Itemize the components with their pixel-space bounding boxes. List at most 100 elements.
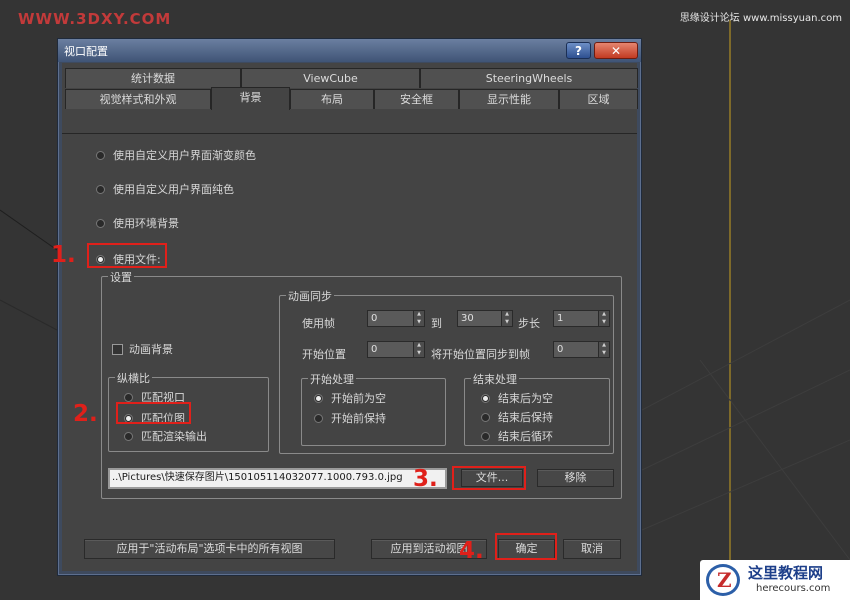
radio-dot-selected [481, 393, 490, 403]
sync-start-value[interactable]: 0 [553, 341, 599, 358]
dialog-title: 视口配置 [64, 45, 108, 58]
to-frame-spinner[interactable]: 30 ▲ ▼ [457, 310, 513, 327]
tab-visual-style[interactable]: 视觉样式和外观 [65, 89, 211, 109]
radio-match-bitmap[interactable]: 匹配位图 [124, 410, 185, 426]
spinner-arrows[interactable]: ▲ ▼ [414, 310, 425, 327]
radio-dot [124, 392, 133, 402]
animate-background-checkbox[interactable]: 动画背景 [112, 341, 173, 357]
spinner-arrows[interactable]: ▲ ▼ [599, 310, 610, 327]
tab-display-performance[interactable]: 显示性能 [459, 89, 559, 109]
spinner-down-icon[interactable]: ▼ [599, 350, 609, 358]
radio-dot [96, 184, 105, 194]
use-frame-value[interactable]: 0 [367, 310, 414, 327]
spinner-up-icon[interactable]: ▲ [414, 342, 424, 350]
tab-background[interactable]: 背景 [211, 87, 290, 110]
start-position-label: 开始位置 [302, 348, 346, 361]
radio-label: 结束后为空 [498, 392, 553, 405]
radio-dot-selected [314, 393, 323, 403]
radio-label: 开始前为空 [331, 392, 386, 405]
radio-gradient-color[interactable]: 使用自定义用户界面渐变颜色 [96, 147, 256, 163]
radio-label: 结束后保持 [498, 411, 553, 424]
radio-label: 开始前保持 [331, 412, 386, 425]
radio-match-viewport[interactable]: 匹配视口 [124, 389, 185, 405]
use-frame-label: 使用帧 [302, 317, 335, 330]
spinner-down-icon[interactable]: ▼ [502, 319, 512, 327]
radio-label: 使用文件: [113, 253, 161, 266]
spinner-down-icon[interactable]: ▼ [414, 350, 424, 358]
watermark-logo: 这里教程网 herecours.com [700, 560, 850, 600]
step-2-label: 2. [73, 401, 98, 427]
tab-regions[interactable]: 区域 [559, 89, 638, 109]
radio-dot [96, 218, 105, 228]
radio-hold-before-start[interactable]: 开始前保持 [314, 410, 386, 426]
step-1-label: 1. [51, 242, 76, 268]
radio-blank-after-end[interactable]: 结束后为空 [481, 390, 553, 406]
viewport-configuration-dialog: 视口配置 ? ✕ 统计数据 ViewCube SteeringWheels 视觉… [57, 38, 642, 576]
radio-label: 结束后循环 [498, 430, 553, 443]
start-processing-legend: 开始处理 [308, 371, 356, 387]
radio-blank-before-start[interactable]: 开始前为空 [314, 390, 386, 406]
radio-environment-background[interactable]: 使用环境背景 [96, 215, 179, 231]
radio-dot [481, 431, 490, 441]
sync-start-label: 将开始位置同步到帧 [431, 348, 530, 361]
radio-label: 匹配位图 [141, 412, 185, 425]
ok-button[interactable]: 确定 [498, 539, 555, 559]
radio-hold-after-end[interactable]: 结束后保持 [481, 409, 553, 425]
radio-dot [481, 412, 490, 422]
logo-icon [706, 564, 740, 596]
start-position-spinner[interactable]: 0 ▲ ▼ [367, 341, 425, 358]
animation-sync-legend: 动画同步 [286, 288, 334, 304]
close-button[interactable]: ✕ [594, 42, 638, 59]
radio-dot-selected [124, 413, 133, 423]
sync-start-spinner[interactable]: 0 ▲ ▼ [553, 341, 610, 358]
end-processing-legend: 结束处理 [471, 371, 519, 387]
spinner-up-icon[interactable]: ▲ [599, 342, 609, 350]
step-4-label: 4. [459, 538, 484, 564]
files-button[interactable]: 文件... [461, 469, 523, 487]
remove-button[interactable]: 移除 [537, 469, 614, 487]
radio-use-file[interactable]: 使用文件: [96, 251, 161, 267]
spinner-down-icon[interactable]: ▼ [414, 319, 424, 327]
step-value[interactable]: 1 [553, 310, 599, 327]
use-frame-spinner[interactable]: 0 ▲ ▼ [367, 310, 425, 327]
radio-label: 匹配渲染输出 [141, 430, 207, 443]
dialog-client: 统计数据 ViewCube SteeringWheels 视觉样式和外观 背景 … [62, 63, 638, 571]
apply-to-all-views-button[interactable]: 应用于"活动布局"选项卡中的所有视图 [84, 539, 335, 559]
logo-url: herecours.com [756, 583, 831, 594]
radio-loop-after-end[interactable]: 结束后循环 [481, 428, 553, 444]
cancel-button[interactable]: 取消 [563, 539, 621, 559]
spinner-up-icon[interactable]: ▲ [599, 311, 609, 319]
file-path-field[interactable]: ..\Pictures\快速保存图片\150105114032077.1000.… [108, 468, 447, 489]
close-icon: ✕ [610, 44, 622, 58]
spinner-arrows[interactable]: ▲ ▼ [599, 341, 610, 358]
radio-match-rendering-output[interactable]: 匹配渲染输出 [124, 428, 207, 444]
spinner-arrows[interactable]: ▲ ▼ [502, 310, 513, 327]
radio-label: 使用自定义用户界面渐变颜色 [113, 149, 256, 162]
step-3-label: 3. [413, 466, 438, 492]
aspect-ratio-legend: 纵横比 [115, 370, 152, 386]
spinner-up-icon[interactable]: ▲ [414, 311, 424, 319]
tab-viewcube[interactable]: ViewCube [241, 68, 420, 88]
radio-dot-selected [96, 254, 105, 264]
tab-divider [62, 133, 637, 134]
radio-label: 匹配视口 [141, 391, 185, 404]
spinner-up-icon[interactable]: ▲ [502, 311, 512, 319]
spinner-down-icon[interactable]: ▼ [599, 319, 609, 327]
title-bar[interactable]: 视口配置 ? ✕ [58, 39, 641, 62]
help-button[interactable]: ? [566, 42, 591, 59]
step-label: 步长 [518, 317, 540, 330]
tab-statistics[interactable]: 统计数据 [65, 68, 241, 88]
tab-safe-frames[interactable]: 安全框 [374, 89, 459, 109]
start-position-value[interactable]: 0 [367, 341, 414, 358]
radio-solid-color[interactable]: 使用自定义用户界面纯色 [96, 181, 234, 197]
settings-legend: 设置 [108, 269, 134, 285]
step-spinner[interactable]: 1 ▲ ▼ [553, 310, 610, 327]
spinner-arrows[interactable]: ▲ ▼ [414, 341, 425, 358]
to-label: 到 [431, 317, 442, 330]
tab-steeringwheels[interactable]: SteeringWheels [420, 68, 638, 88]
tab-layout[interactable]: 布局 [290, 89, 374, 109]
to-frame-value[interactable]: 30 [457, 310, 502, 327]
checkbox-box [112, 343, 123, 355]
radio-label: 使用环境背景 [113, 217, 179, 230]
radio-dot [96, 150, 105, 160]
